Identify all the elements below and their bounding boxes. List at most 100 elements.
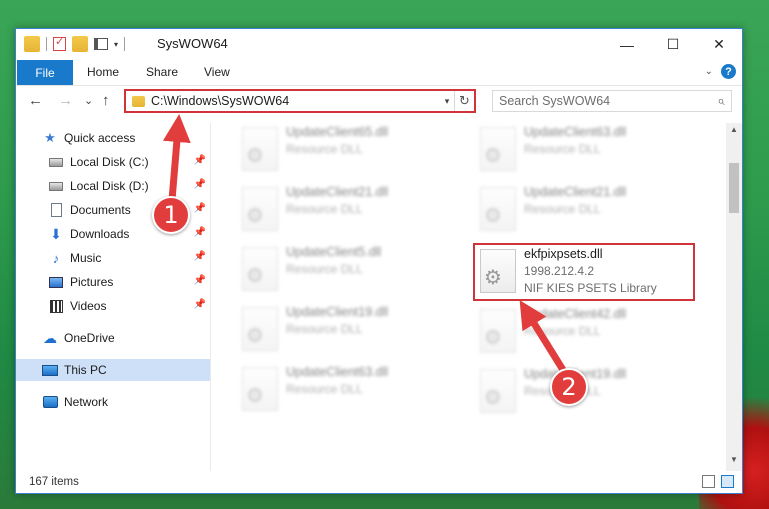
back-button[interactable]: ← [28,92,43,109]
minimize-button[interactable]: — [604,29,650,60]
forward-button[interactable]: → [58,92,73,109]
file-item[interactable]: UpdateClient63.dll Resource DLL [476,123,706,175]
sidebar-item-quick-access[interactable]: ★ Quick access [16,127,210,149]
dll-file-icon [480,187,516,231]
tab-view[interactable]: View [204,65,230,79]
file-item[interactable]: UpdateClient65.dll Resource DLL [238,123,468,175]
file-name: UpdateClient21.dll [524,185,627,199]
toolbar-separator [46,37,47,51]
customize-toolbar-icon[interactable]: ▾ [114,40,118,49]
file-type: Resource DLL [524,142,601,156]
pin-icon[interactable]: 📌 [194,155,206,166]
sidebar-item-label: This PC [64,363,107,377]
address-bar[interactable]: C:\Windows\SysWOW64 ▾ ↻ [124,89,476,113]
address-dropdown-icon[interactable]: ▾ [440,96,454,107]
tab-file[interactable]: File [17,60,73,85]
sidebar-item-label: Pictures [70,275,114,289]
onedrive-icon: ☁ [43,329,57,346]
pin-icon[interactable]: 📌 [194,179,206,190]
file-type: Resource DLL [286,262,363,276]
help-icon[interactable]: ? [721,64,736,79]
dll-file-icon [242,187,278,231]
music-icon: ♪ [52,250,60,266]
scroll-up-icon[interactable]: ▲ [726,125,742,139]
dll-file-icon [242,247,278,291]
network-icon [42,396,58,408]
this-pc-icon [42,364,58,376]
folder-icon [24,36,40,52]
vertical-scrollbar[interactable]: ▲ ▼ [726,123,742,471]
up-button[interactable]: ↑ [102,92,110,109]
sidebar-item-this-pc[interactable]: This PC [16,359,210,381]
disk-icon [49,181,63,191]
file-item[interactable]: UpdateClient21.dll Resource DLL [476,183,706,235]
search-icon[interactable]: ⌕ [711,93,731,109]
title-bar: ▾ SysWOW64 — ☐ ✕ [16,29,742,60]
new-folder-icon[interactable] [72,36,88,52]
file-item[interactable]: UpdateClient19.dll Resource DLL [238,303,468,355]
window-title: SysWOW64 [157,36,228,51]
scroll-down-icon[interactable]: ▼ [726,455,742,469]
tab-home[interactable]: Home [87,65,119,79]
disk-icon [49,157,63,167]
sidebar-item-label: Quick access [64,131,136,145]
pin-icon[interactable]: 📌 [194,227,206,238]
view-toggle [702,475,734,488]
search-box[interactable]: Search SysWOW64 ⌕ [492,90,732,112]
file-name: UpdateClient42.dll [524,307,627,321]
file-item[interactable]: UpdateClient42.dll Resource DLL [476,305,706,357]
sidebar-item-label: Music [70,251,102,265]
file-name: UpdateClient63.dll [524,125,627,139]
sidebar-item-music[interactable]: ♪ Music 📌 [16,247,210,269]
sidebar-item-label: Network [64,395,109,409]
sidebar-item-label: Local Disk (D:) [70,179,149,193]
sidebar-item-label: Local Disk (C:) [70,155,149,169]
folder-icon [132,95,145,107]
file-item[interactable]: UpdateClient19.dll Resource DLL [476,365,706,417]
sidebar-item-local-disk-d[interactable]: Local Disk (D:) 📌 [16,175,210,197]
details-view-icon[interactable] [702,475,715,488]
dll-file-icon [242,367,278,411]
pin-icon[interactable]: 📌 [194,299,206,310]
window-controls: — ☐ ✕ [604,29,742,60]
scrollbar-thumb[interactable] [729,163,739,213]
file-item[interactable]: UpdateClient63.dll Resource DLL [238,363,468,415]
star-icon: ★ [44,130,56,145]
sidebar-item-local-disk-c[interactable]: Local Disk (C:) 📌 [16,151,210,173]
toolbar-separator [124,37,126,51]
properties-icon[interactable] [53,35,66,51]
tiles-view-icon[interactable] [721,475,734,488]
expand-ribbon-icon[interactable]: ⌄ [705,66,713,77]
dll-file-icon [480,309,516,353]
pin-icon[interactable]: 📌 [194,251,206,262]
step-1-badge: 1 [152,196,190,234]
refresh-icon[interactable]: ↻ [454,91,474,111]
item-count: 167 items [29,476,79,488]
ribbon-right-controls: ⌄ ? [705,64,736,79]
navigation-bar: ← → ⌄ ↑ C:\Windows\SysWOW64 ▾ ↻ Search S… [16,86,742,116]
file-name: UpdateClient19.dll [286,305,389,319]
recent-locations-button[interactable]: ⌄ [84,94,93,107]
close-button[interactable]: ✕ [696,29,742,60]
sidebar-item-label: Downloads [70,227,130,241]
pin-icon[interactable]: 📌 [194,275,206,286]
file-item[interactable]: UpdateClient5.dll Resource DLL [238,243,468,295]
maximize-button[interactable]: ☐ [650,29,696,60]
navigation-pane: ★ Quick access Local Disk (C:) 📌 Local D… [16,123,211,471]
file-type: Resource DLL [286,382,363,396]
file-item[interactable]: UpdateClient21.dll Resource DLL [238,183,468,235]
file-type: Resource DLL [524,202,601,216]
sidebar-item-videos[interactable]: Videos 📌 [16,295,210,317]
view-options-icon[interactable] [94,38,108,50]
dll-file-icon [480,127,516,171]
pictures-icon [49,276,63,288]
tab-share[interactable]: Share [146,65,178,79]
address-path[interactable]: C:\Windows\SysWOW64 [151,94,440,108]
sidebar-item-network[interactable]: Network [16,391,210,413]
search-input[interactable]: Search SysWOW64 [499,94,711,108]
sidebar-item-onedrive[interactable]: ☁ OneDrive [16,327,210,349]
ribbon-tabs: File Home Share View ⌄ ? [16,60,742,86]
sidebar-item-pictures[interactable]: Pictures 📌 [16,271,210,293]
pin-icon[interactable]: 📌 [194,203,206,214]
dll-file-icon [242,307,278,351]
